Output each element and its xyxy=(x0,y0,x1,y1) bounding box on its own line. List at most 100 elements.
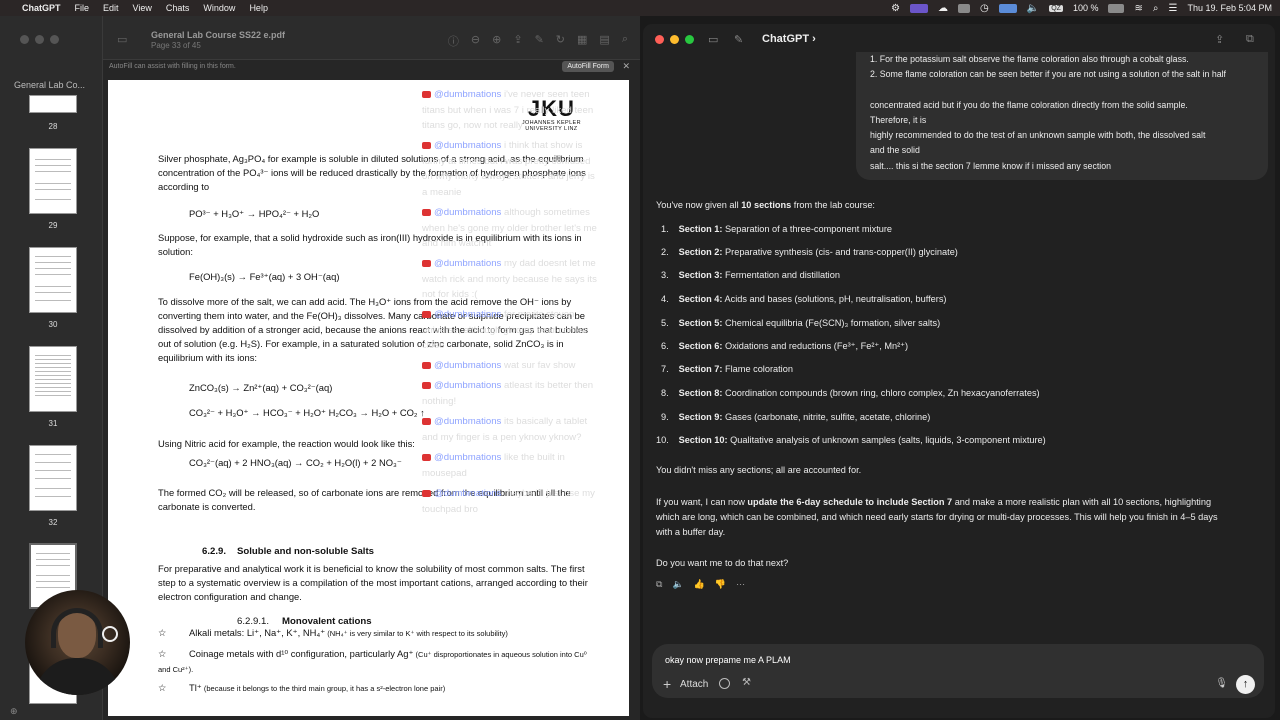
page-thumbnail[interactable] xyxy=(29,148,77,214)
youtube-icon xyxy=(422,208,431,216)
equation: PO³⁻ + H₃O⁺ → HPO₄²⁻ + H₂O xyxy=(189,208,320,219)
zoom-in-icon[interactable]: ⊕ xyxy=(492,33,501,49)
menu-edit[interactable]: Edit xyxy=(103,3,119,13)
paragraph: For preparative and analytical work it i… xyxy=(158,563,588,602)
overlay-comment: @dumbmations for me its steven universe,… xyxy=(422,309,587,351)
clock-icon[interactable]: ◷ xyxy=(980,3,989,14)
zoom-button[interactable] xyxy=(50,35,59,44)
menu-view[interactable]: View xyxy=(133,3,152,13)
bullet-item: Alkali metals: Li⁺, Na⁺, K⁺, NH₄⁺ (NH₄⁺ … xyxy=(189,627,508,638)
menu-window[interactable]: Window xyxy=(203,3,235,13)
sidebar-doc-title: General Lab Co... xyxy=(14,80,86,90)
overlay-comment: @dumbmations maybe i'll just use my touc… xyxy=(422,488,595,515)
input-source[interactable]: QZ xyxy=(1049,4,1063,12)
close-icon[interactable]: ✕ xyxy=(622,61,630,72)
model-selector[interactable]: ChatGPT › xyxy=(762,33,816,45)
youtube-icon xyxy=(422,453,431,461)
plus-icon[interactable]: + xyxy=(663,676,671,692)
close-button[interactable] xyxy=(20,35,29,44)
share-icon[interactable]: ⇪ xyxy=(1215,33,1224,46)
info-icon[interactable]: ⓘ xyxy=(448,33,459,49)
overlay-comment: @dumbmations i've never seen teen titans… xyxy=(422,89,594,131)
copy-icon[interactable]: ⧉ xyxy=(656,579,662,590)
menu-chats[interactable]: Chats xyxy=(166,3,190,13)
screen-record-icon[interactable] xyxy=(910,3,929,13)
battery-percent[interactable]: 100 % xyxy=(1073,3,1099,13)
cloud-icon[interactable]: ☁ xyxy=(938,3,948,14)
overlay-comment: @dumbmations i think that show is funny … xyxy=(422,140,595,198)
equation: Fe(OH)₃(s) → Fe³⁺(aq) + 3 OH⁻(aq) xyxy=(189,271,340,282)
assistant-offer-line: with a buffer day. xyxy=(656,527,726,537)
highlight-icon[interactable]: ▤ xyxy=(599,33,609,49)
openai-status-icon[interactable]: ⚙ xyxy=(891,3,900,14)
new-chat-icon[interactable]: ✎ xyxy=(734,33,743,46)
menu-help[interactable]: Help xyxy=(249,3,268,13)
read-aloud-icon[interactable]: 🔈 xyxy=(672,579,683,590)
spotlight-icon[interactable]: ⌕ xyxy=(1153,3,1159,14)
youtube-icon xyxy=(422,259,431,267)
menu-app-name[interactable]: ChatGPT xyxy=(22,3,61,13)
page-thumbnail[interactable] xyxy=(29,445,77,511)
thumbs-up-icon[interactable]: 👍 xyxy=(694,579,705,590)
volume-icon[interactable]: 🔈 xyxy=(1027,3,1039,14)
overlay-comment: @dumbmations atleast its better then not… xyxy=(422,380,594,407)
thumbnail-page-number: 32 xyxy=(48,518,58,527)
section-list-item: 7. Section 7: Flame coloration xyxy=(661,364,793,374)
section-list-item: 5. Section 5: Chemical equilibria (Fe(SC… xyxy=(661,318,941,328)
display-icon[interactable] xyxy=(958,3,971,13)
page-thumbnail[interactable] xyxy=(29,346,77,412)
document-title: General Lab Course SS22 e.pdf xyxy=(151,30,286,40)
message-input[interactable]: okay now prepame me A PLAM xyxy=(665,655,791,665)
equation: ZnCO₃(s) → Zn²⁺(aq) + CO₃²⁻(aq) xyxy=(189,382,333,393)
zoom-button[interactable] xyxy=(685,35,694,44)
globe-icon[interactable] xyxy=(719,678,730,689)
message-composer[interactable]: okay now prepame me A PLAM + Attach ⚒ 🎙 … xyxy=(652,644,1264,698)
zoom-out-icon[interactable]: ⊖ xyxy=(471,33,480,49)
microphone-icon[interactable]: 🎙 xyxy=(1215,678,1228,689)
user-message-line: 2. Some flame coloration can be seen bet… xyxy=(870,69,1226,79)
more-icon[interactable]: ··· xyxy=(736,579,745,590)
autofill-form-button[interactable]: AutoFill Form xyxy=(562,61,614,72)
new-window-icon[interactable]: ⧉ xyxy=(1246,33,1254,46)
datetime[interactable]: Thu 19. Feb 5:04 PM xyxy=(1187,3,1272,13)
menu-file[interactable]: File xyxy=(75,3,90,13)
autofill-bar: AutoFill can assist with filling in this… xyxy=(103,59,640,74)
user-message-line: salt.... this si the section 7 lemme kno… xyxy=(870,161,1112,171)
assistant-offer: If you want, I can now update the 6-day … xyxy=(656,497,1212,507)
control-center-icon[interactable]: ☰ xyxy=(1168,3,1177,14)
battery-icon[interactable] xyxy=(1108,3,1125,13)
section-list-item: 2. Section 2: Preparative synthesis (cis… xyxy=(661,247,958,257)
assistant-text: You didn't miss any sections; all are ac… xyxy=(656,465,862,475)
send-button[interactable]: ↑ xyxy=(1236,675,1255,694)
youtube-icon xyxy=(422,361,431,369)
attach-button[interactable]: Attach xyxy=(680,679,708,690)
equation: CO₃²⁻ + H₃O⁺ → HCO₃⁻ + H₂O⁺ H₂CO₃ → H₂O … xyxy=(189,407,425,418)
user-message-line: highly recommended to do the test of an … xyxy=(870,130,1206,140)
add-page-icon[interactable]: ⊕ xyxy=(10,706,18,717)
sidebar-toggle-icon[interactable]: ▭ xyxy=(708,33,718,46)
page-thumbnail[interactable] xyxy=(29,95,77,113)
thumbs-down-icon[interactable]: 👎 xyxy=(715,579,726,590)
wifi-icon[interactable]: ≋ xyxy=(1134,3,1142,14)
bullet-star-icon: ☆ xyxy=(158,627,167,638)
tools-icon[interactable]: ⚒ xyxy=(742,677,751,688)
rotate-icon[interactable]: ↻ xyxy=(556,33,565,49)
minimize-button[interactable] xyxy=(35,35,44,44)
sidebar-toggle-icon[interactable]: ▭ xyxy=(117,33,127,46)
markup-icon[interactable]: ✎ xyxy=(535,33,544,49)
close-button[interactable] xyxy=(655,35,664,44)
user-message-line: and the solid xyxy=(870,145,920,155)
search-icon[interactable]: ⌕ xyxy=(622,33,628,49)
thumbnail-page-number: 31 xyxy=(48,419,58,428)
form-icon[interactable]: ▦ xyxy=(577,33,587,49)
screen-mirror-icon[interactable] xyxy=(998,3,1017,13)
minimize-button[interactable] xyxy=(670,35,679,44)
page-thumbnail[interactable] xyxy=(29,247,77,313)
openai-logo-icon xyxy=(102,626,118,642)
share-icon[interactable]: ⇪ xyxy=(513,33,522,49)
youtube-icon xyxy=(422,489,431,497)
thumbnail-page-number: 30 xyxy=(48,320,58,329)
overlay-comment: @dumbmations its basically a tablet and … xyxy=(422,416,588,443)
thumbnail-page-number: 28 xyxy=(48,122,58,131)
section-list-item: 4. Section 4: Acids and bases (solutions… xyxy=(661,294,947,304)
